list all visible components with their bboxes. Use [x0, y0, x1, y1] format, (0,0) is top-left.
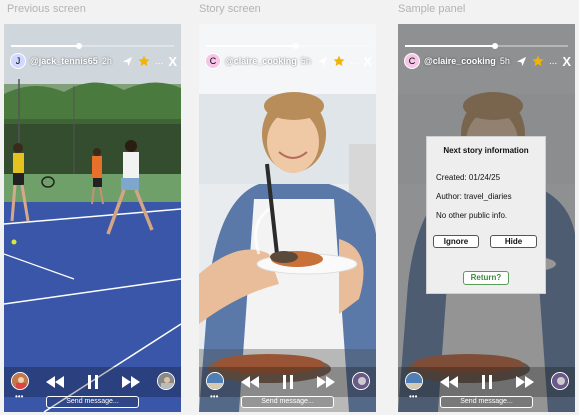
username[interactable]: @jack_tennis65: [30, 56, 98, 66]
fast-forward-icon[interactable]: [317, 375, 335, 389]
send-icon[interactable]: [122, 54, 133, 68]
more-icon[interactable]: ...: [155, 54, 163, 68]
label-sample-panel: Sample panel: [398, 3, 466, 15]
progress-fill: [11, 45, 80, 47]
rewind-icon[interactable]: [46, 375, 64, 389]
avatar[interactable]: J: [10, 53, 26, 69]
story-header: J @jack_tennis65 2h ... X: [10, 52, 177, 70]
progress-knob[interactable]: [491, 43, 498, 49]
send-message-placeholder: Send message...: [66, 398, 119, 405]
avatar[interactable]: C: [205, 53, 221, 69]
avatar[interactable]: C: [404, 53, 420, 69]
story-progress-bar: [11, 43, 174, 49]
fast-forward-icon[interactable]: [122, 375, 140, 389]
close-icon[interactable]: X: [168, 54, 177, 69]
post-time: 5h: [499, 56, 510, 66]
progress-fill: [206, 45, 296, 47]
send-icon[interactable]: [317, 54, 328, 68]
next-story-thumbnail[interactable]: [352, 372, 370, 390]
story-header: C @claire_cooking 5h ... X: [404, 52, 571, 70]
send-message-input[interactable]: Send message...: [241, 396, 334, 408]
post-time: 2h: [101, 56, 112, 66]
star-icon[interactable]: [138, 54, 150, 68]
send-icon[interactable]: [516, 54, 527, 68]
send-message-placeholder: Send message...: [261, 398, 314, 405]
current-story-panel: C @claire_cooking 5h ... X ••• Send mess…: [199, 24, 376, 412]
story-progress-bar: [206, 43, 369, 49]
pause-icon[interactable]: [482, 375, 492, 389]
previous-story-thumbnail[interactable]: [405, 372, 423, 390]
pause-icon[interactable]: [88, 375, 98, 389]
thumbnail-more-icon: •••: [409, 392, 418, 401]
previous-story-panel: J @jack_tennis65 2h ... X ••• Send messa…: [4, 24, 181, 412]
next-story-info-dialog: Next story information Created: 01/24/25…: [426, 136, 546, 294]
star-icon[interactable]: [333, 54, 345, 68]
send-message-input[interactable]: Send message...: [440, 396, 533, 408]
author-text: Author: travel_diaries: [436, 192, 512, 201]
playback-controls: •••: [199, 367, 376, 401]
story-progress-bar: [405, 43, 568, 49]
progress-fill: [405, 45, 495, 47]
playback-controls: •••: [398, 367, 575, 401]
progress-knob[interactable]: [292, 43, 299, 49]
send-message-placeholder: Send message...: [460, 398, 513, 405]
dialog-title: Next story information: [443, 146, 529, 155]
next-story-thumbnail[interactable]: [157, 372, 175, 390]
label-story-screen: Story screen: [199, 3, 261, 15]
cooking-scene-image: [199, 24, 376, 412]
star-icon[interactable]: [532, 54, 544, 68]
ignore-button[interactable]: Ignore: [433, 235, 479, 248]
playback-controls: •••: [4, 367, 181, 401]
sample-story-panel: C @claire_cooking 5h ... X Next story in…: [398, 24, 575, 412]
close-icon[interactable]: X: [363, 54, 372, 69]
username[interactable]: @claire_cooking: [424, 56, 496, 66]
more-icon[interactable]: ...: [549, 54, 557, 68]
send-message-input[interactable]: Send message...: [46, 396, 139, 408]
story-header: C @claire_cooking 5h ... X: [205, 52, 372, 70]
hide-button[interactable]: Hide: [490, 235, 537, 248]
fast-forward-icon[interactable]: [516, 375, 534, 389]
label-previous-screen: Previous screen: [7, 3, 86, 15]
rewind-icon[interactable]: [440, 375, 458, 389]
pause-icon[interactable]: [283, 375, 293, 389]
close-icon[interactable]: X: [562, 54, 571, 69]
post-time: 5h: [300, 56, 311, 66]
created-date-text: Created: 01/24/25: [436, 173, 501, 182]
public-info-text: No other public info.: [436, 211, 508, 220]
return-button[interactable]: Return?: [463, 271, 509, 285]
previous-story-thumbnail[interactable]: [206, 372, 224, 390]
next-story-thumbnail[interactable]: [551, 372, 569, 390]
previous-story-thumbnail[interactable]: [11, 372, 29, 390]
rewind-icon[interactable]: [241, 375, 259, 389]
username[interactable]: @claire_cooking: [225, 56, 297, 66]
thumbnail-more-icon: •••: [15, 392, 24, 401]
thumbnail-more-icon: •••: [210, 392, 219, 401]
tennis-scene-image: [4, 24, 181, 412]
more-icon[interactable]: ...: [350, 54, 358, 68]
